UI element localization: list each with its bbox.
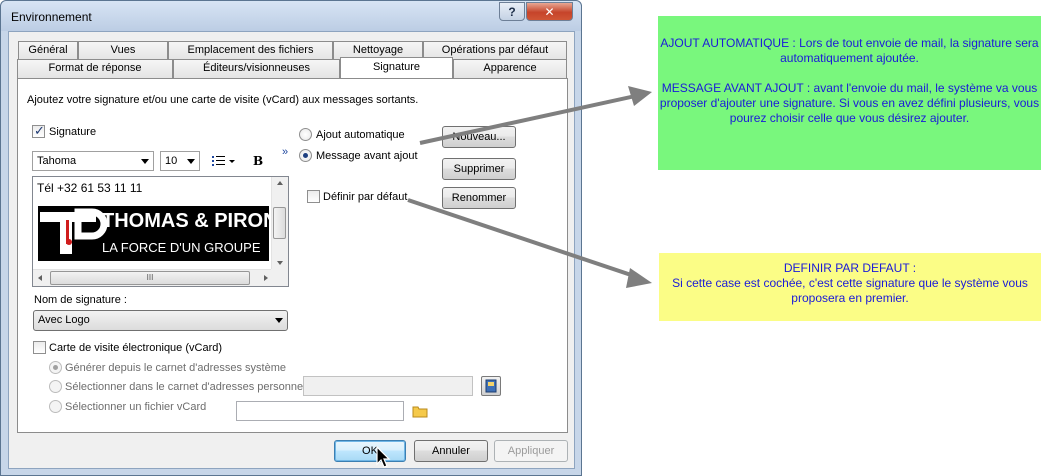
vertical-scroll-thumb[interactable] [273, 207, 286, 239]
bullet-list-icon [212, 156, 235, 166]
scroll-up-icon[interactable] [277, 181, 283, 185]
logo-title-text: THOMAS & PIRON [102, 210, 278, 232]
rename-signature-button[interactable]: Renommer [442, 187, 516, 209]
close-button[interactable]: ✕ [526, 2, 573, 21]
folder-browse-button[interactable] [412, 404, 428, 418]
radio-vcard-personal-label: Sélectionner dans le carnet d'adresses p… [65, 381, 306, 393]
apply-button[interactable]: Appliquer [494, 440, 568, 462]
font-size-select[interactable]: 10 [160, 151, 200, 171]
scroll-right-icon[interactable] [264, 275, 268, 281]
tab-apparence[interactable]: Apparence [453, 59, 567, 78]
note-yellow-body: Si cette case est cochée, c'est cette si… [672, 276, 1028, 305]
radio-vcard-file-label: Sélectionner un fichier vCard [65, 401, 207, 413]
help-button[interactable]: ? [499, 2, 525, 21]
signature-checkbox-label: Signature [49, 126, 97, 138]
signature-name-label: Nom de signature : [34, 294, 127, 306]
default-signature-checkbox[interactable] [307, 190, 320, 203]
chevron-down-icon [141, 159, 149, 164]
font-name-value: Tahoma [37, 155, 77, 167]
vcard-checkbox-label: Carte de visite électronique (vCard) [49, 342, 223, 354]
font-size-value: 10 [165, 155, 178, 167]
title-bar[interactable]: Environnement ? ✕ [1, 1, 581, 31]
new-signature-button[interactable]: Nouveau... [442, 126, 516, 148]
signature-editor[interactable]: Tél +32 61 53 11 11 THOMAS & PIRON LA FO… [32, 176, 289, 287]
editor-horizontal-scrollbar[interactable]: III [33, 269, 273, 286]
note-green-paragraph-1: AJOUT AUTOMATIQUE : Lors de tout envoie … [660, 36, 1039, 65]
scrollbar-corner [271, 269, 288, 286]
radio-vcard-system-label: Générer depuis le carnet d'adresses syst… [65, 362, 286, 374]
tab-vues[interactable]: Vues [78, 41, 168, 60]
vcard-checkbox[interactable] [33, 341, 46, 354]
mouse-cursor-icon [376, 446, 391, 468]
note-yellow-title: DEFINIR PAR DEFAUT : [783, 261, 917, 275]
tab-emplacement-fichiers[interactable]: Emplacement des fichiers [168, 41, 333, 60]
folder-icon [412, 406, 428, 418]
tab-editeurs-visionneuses[interactable]: Éditeurs/visionneuses [173, 59, 340, 78]
logo-subtitle-text: LA FORCE D'UN GROUPE [102, 240, 261, 255]
ok-button[interactable]: OK [334, 440, 406, 462]
address-book-icon [485, 379, 497, 393]
tab-general[interactable]: Général [18, 41, 78, 60]
note-green-ajout-message: AJOUT AUTOMATIQUE : Lors de tout envoie … [658, 16, 1041, 170]
signature-tab-panel: Ajoutez votre signature et/ou une carte … [17, 78, 568, 433]
chevron-down-icon [187, 159, 195, 164]
tab-format-reponse[interactable]: Format de réponse [17, 59, 173, 78]
radio-message-avant-ajout[interactable] [299, 149, 312, 162]
signature-checkbox[interactable] [32, 123, 45, 139]
radio-message-avant-ajout-label: Message avant ajout [316, 150, 418, 162]
personal-address-book-field[interactable] [303, 376, 473, 396]
dialog-client-area: Général Vues Emplacement des fichiers Ne… [8, 31, 575, 469]
intro-text: Ajoutez votre signature et/ou une carte … [27, 94, 419, 106]
window-title: Environnement [11, 10, 92, 24]
radio-vcard-file[interactable] [49, 400, 62, 413]
vcard-file-field[interactable] [236, 401, 404, 421]
address-book-button[interactable] [481, 376, 501, 396]
note-yellow-definir-defaut: DEFINIR PAR DEFAUT : Si cette case est c… [659, 253, 1041, 321]
toolbar-overflow-button[interactable]: » [282, 146, 288, 158]
editor-vertical-scrollbar[interactable] [271, 177, 288, 271]
radio-vcard-personal[interactable] [49, 380, 62, 393]
bold-button[interactable]: B [253, 154, 263, 168]
chevron-down-icon [275, 318, 283, 323]
cancel-button[interactable]: Annuler [414, 440, 488, 462]
editor-phone-text: Tél +32 61 53 11 11 [37, 181, 143, 195]
default-signature-label: Définir par défaut [323, 191, 408, 203]
horizontal-scroll-thumb[interactable]: III [50, 271, 250, 285]
note-green-paragraph-2: MESSAGE AVANT AJOUT : avant l'envoie du … [659, 81, 1040, 125]
radio-vcard-system[interactable] [49, 361, 62, 374]
delete-signature-button[interactable]: Supprimer [442, 158, 516, 180]
scroll-left-icon[interactable] [38, 275, 42, 281]
list-format-button[interactable] [209, 151, 239, 171]
tab-signature[interactable]: Signature [340, 57, 453, 78]
scroll-down-icon[interactable] [277, 261, 283, 265]
environnement-dialog: Environnement ? ✕ Général Vues Emplaceme… [0, 0, 582, 476]
company-logo-image: THOMAS & PIRON LA FORCE D'UN GROUPE [38, 206, 278, 261]
signature-name-select[interactable]: Avec Logo [33, 310, 288, 331]
font-name-select[interactable]: Tahoma [32, 151, 154, 171]
radio-ajout-automatique-label: Ajout automatique [316, 129, 405, 141]
radio-ajout-automatique[interactable] [299, 128, 312, 141]
signature-name-value: Avec Logo [38, 314, 90, 326]
